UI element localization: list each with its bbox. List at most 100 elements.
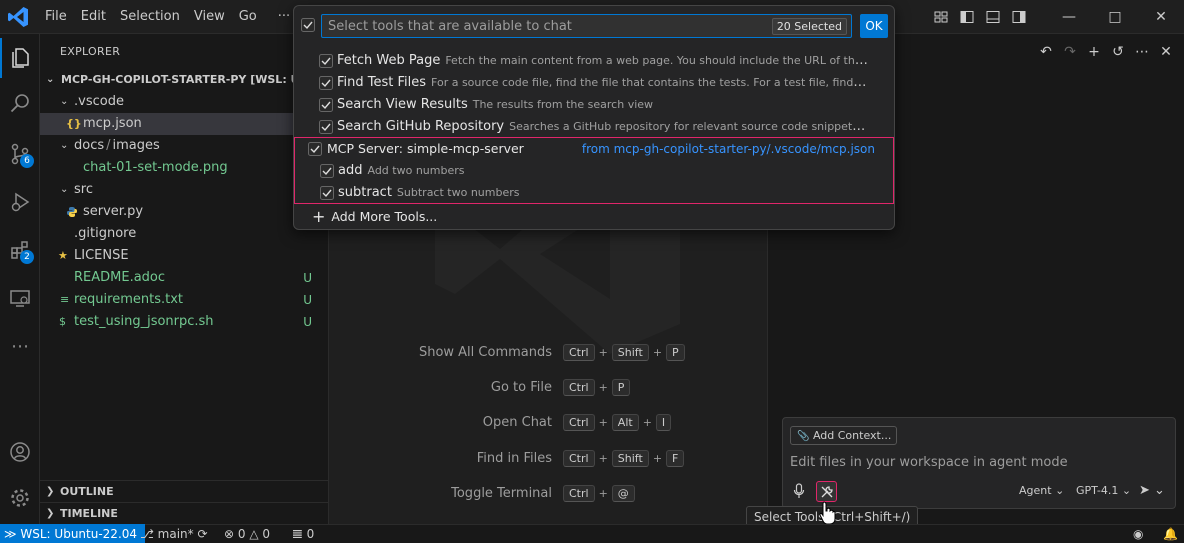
more-actions-icon[interactable]: ⋯ <box>1130 40 1154 64</box>
mcp-server-title: MCP Server: simple-mcp-server <box>327 141 524 156</box>
menu-bar: File Edit Selection View Go ··· <box>38 0 297 34</box>
chevron-down-icon: ⌄ <box>60 184 69 195</box>
checkbox-checked-icon[interactable] <box>319 76 333 90</box>
chevron-down-icon: ⌄ <box>46 74 55 85</box>
menu-go[interactable]: Go <box>232 0 264 34</box>
add-context-button[interactable]: 📎 Add Context... <box>790 426 898 445</box>
chevron-right-icon: ❯ <box>46 508 55 519</box>
menu-file[interactable]: File <box>38 0 74 34</box>
menu-edit[interactable]: Edit <box>74 0 113 34</box>
sync-icon: ⟳ <box>197 527 208 541</box>
explorer-sidebar: EXPLORER ⌄ MCP-GH-COPILOT-STARTER-PY [WS… <box>40 34 342 524</box>
customize-layout-icon[interactable] <box>928 0 954 34</box>
chat-toolbar: ↶ ↷ + ↺ ⋯ ✕ <box>1034 40 1178 64</box>
checkbox-checked-icon[interactable] <box>319 54 333 68</box>
model-picker-dropdown[interactable]: GPT-4.1 ⌄ <box>1076 484 1131 497</box>
explorer-root[interactable]: ⌄ MCP-GH-COPILOT-STARTER-PY [WSL: UBUNTU <box>40 69 342 91</box>
history-icon[interactable]: ↺ <box>1106 40 1130 64</box>
redo-icon[interactable]: ↷ <box>1058 40 1082 64</box>
branch-indicator[interactable]: ⎇ main* ⟳ <box>140 525 208 543</box>
tree-file-mcp-json[interactable]: {} mcp.json <box>40 113 328 135</box>
notifications-bell-icon[interactable]: 🔔 <box>1163 525 1178 543</box>
accounts-icon[interactable] <box>0 432 40 472</box>
activity-bar: 6 2 ⋯ <box>0 34 40 524</box>
tree-folder-src[interactable]: ⌄ src <box>40 179 328 201</box>
new-chat-plus-icon[interactable]: + <box>1082 40 1106 64</box>
tool-row-add[interactable]: add Add two numbers <box>295 160 893 182</box>
send-icon[interactable]: ➤ ⌄ <box>1139 483 1165 498</box>
tree-file-chat-png[interactable]: chat-01-set-mode.png <box>40 157 328 179</box>
tool-row-find-test-files[interactable]: Find Test Files For a source code file, f… <box>294 72 894 94</box>
mcp-server-source-link[interactable]: from mcp-gh-copilot-starter-py/.vscode/m… <box>582 138 875 160</box>
vscode-logo-icon <box>8 6 28 27</box>
tree-file-test-sh[interactable]: $ test_using_jsonrpc.sh U <box>40 311 328 333</box>
source-control-icon[interactable]: 6 <box>0 134 40 174</box>
shortcut-find-in-files: Find in Files Ctrl + Shift + F <box>330 448 766 470</box>
manage-gear-icon[interactable] <box>0 478 40 518</box>
paperclip-icon: 📎 <box>797 431 810 442</box>
chevron-down-icon: ⌄ <box>60 140 69 151</box>
close-window-icon[interactable]: ✕ <box>1138 0 1184 34</box>
remote-explorer-icon[interactable] <box>0 278 40 318</box>
select-tools-button[interactable] <box>816 481 837 502</box>
plus-icon: + <box>312 207 326 226</box>
json-file-icon: {} <box>66 117 82 130</box>
ports-indicator[interactable]: 𝌆 0 <box>292 525 314 543</box>
checkbox-checked-icon[interactable] <box>319 120 333 134</box>
chat-input[interactable]: Edit files in your workspace in agent mo… <box>790 455 1068 470</box>
remote-icon: ≫ <box>4 527 17 541</box>
tool-row-fetch-web-page[interactable]: Fetch Web Page Fetch the main content fro… <box>294 50 894 72</box>
maximize-icon[interactable]: □ <box>1092 0 1138 34</box>
tree-file-requirements[interactable]: ≡ requirements.txt U <box>40 289 328 311</box>
toggle-primary-sidebar-icon[interactable] <box>954 0 980 34</box>
chat-input-box: 📎 Add Context... Edit files in your work… <box>782 417 1176 509</box>
tool-row-search-github-repository[interactable]: Search GitHub Repository Searches a GitHu… <box>294 116 894 138</box>
tree-file-readme[interactable]: README.adoc U <box>40 267 328 289</box>
mcp-server-row[interactable]: MCP Server: simple-mcp-server from mcp-g… <box>295 138 893 160</box>
ok-button[interactable]: OK <box>860 14 888 38</box>
explorer-title: EXPLORER <box>60 45 121 58</box>
more-views-icon[interactable]: ⋯ <box>0 326 40 366</box>
toggle-panel-icon[interactable] <box>980 0 1006 34</box>
search-icon[interactable] <box>0 84 40 124</box>
explorer-icon[interactable] <box>0 38 40 78</box>
menu-view[interactable]: View <box>187 0 232 34</box>
scm-badge: 6 <box>20 154 34 168</box>
license-file-icon: ★ <box>58 249 68 262</box>
tree-file-license[interactable]: ★ LICENSE <box>40 245 328 267</box>
copilot-icon[interactable]: ◉ <box>1133 525 1143 543</box>
menu-selection[interactable]: Selection <box>113 0 187 34</box>
undo-icon[interactable]: ↶ <box>1034 40 1058 64</box>
status-bar: ≫ WSL: Ubuntu-22.04 ⎇ main* ⟳ ⊗ 0 △ 0 𝌆 … <box>0 524 1184 543</box>
checkbox-checked-icon[interactable] <box>308 142 322 156</box>
extensions-icon[interactable]: 2 <box>0 230 40 270</box>
tool-row-search-view-results[interactable]: Search View Results The results from the … <box>294 94 894 116</box>
tools-search-input[interactable] <box>328 17 778 35</box>
checkbox-checked-icon[interactable] <box>320 186 334 200</box>
shortcut-go-to-file: Go to File Ctrl + P <box>330 377 766 399</box>
tree-file-gitignore[interactable]: .gitignore <box>40 223 328 245</box>
tree-folder-vscode[interactable]: ⌄ .vscode <box>40 91 328 113</box>
checkbox-checked-icon[interactable] <box>320 164 334 178</box>
remote-indicator[interactable]: ≫ WSL: Ubuntu-22.04 <box>0 524 146 543</box>
run-debug-icon[interactable] <box>0 182 40 222</box>
microphone-icon[interactable] <box>793 483 805 499</box>
tool-row-subtract[interactable]: subtract Subtract two numbers <box>295 182 893 204</box>
chevron-down-icon: ⌄ <box>1121 484 1132 497</box>
add-more-tools-item[interactable]: + Add More Tools... <box>312 205 437 227</box>
tree-folder-docs-images[interactable]: ⌄ docs / images <box>40 135 328 157</box>
mcp-server-group: MCP Server: simple-mcp-server from mcp-g… <box>294 137 894 204</box>
python-file-icon <box>67 207 77 217</box>
problems-indicator[interactable]: ⊗ 0 △ 0 <box>224 525 270 543</box>
outline-section[interactable]: ❯ OUTLINE <box>40 480 329 502</box>
toggle-secondary-sidebar-icon[interactable] <box>1006 0 1032 34</box>
shortcut-open-chat: Open Chat Ctrl + Alt + I <box>330 412 766 434</box>
minimize-icon[interactable]: — <box>1046 0 1092 34</box>
timeline-section[interactable]: ❯ TIMELINE <box>40 502 329 524</box>
agent-mode-dropdown[interactable]: Agent ⌄ <box>1019 484 1064 497</box>
close-panel-icon[interactable]: ✕ <box>1154 40 1178 64</box>
chevron-down-icon: ⌄ <box>1055 484 1065 497</box>
tree-file-server-py[interactable]: server.py <box>40 201 328 223</box>
select-all-checkbox[interactable] <box>301 18 315 32</box>
checkbox-checked-icon[interactable] <box>319 98 333 112</box>
